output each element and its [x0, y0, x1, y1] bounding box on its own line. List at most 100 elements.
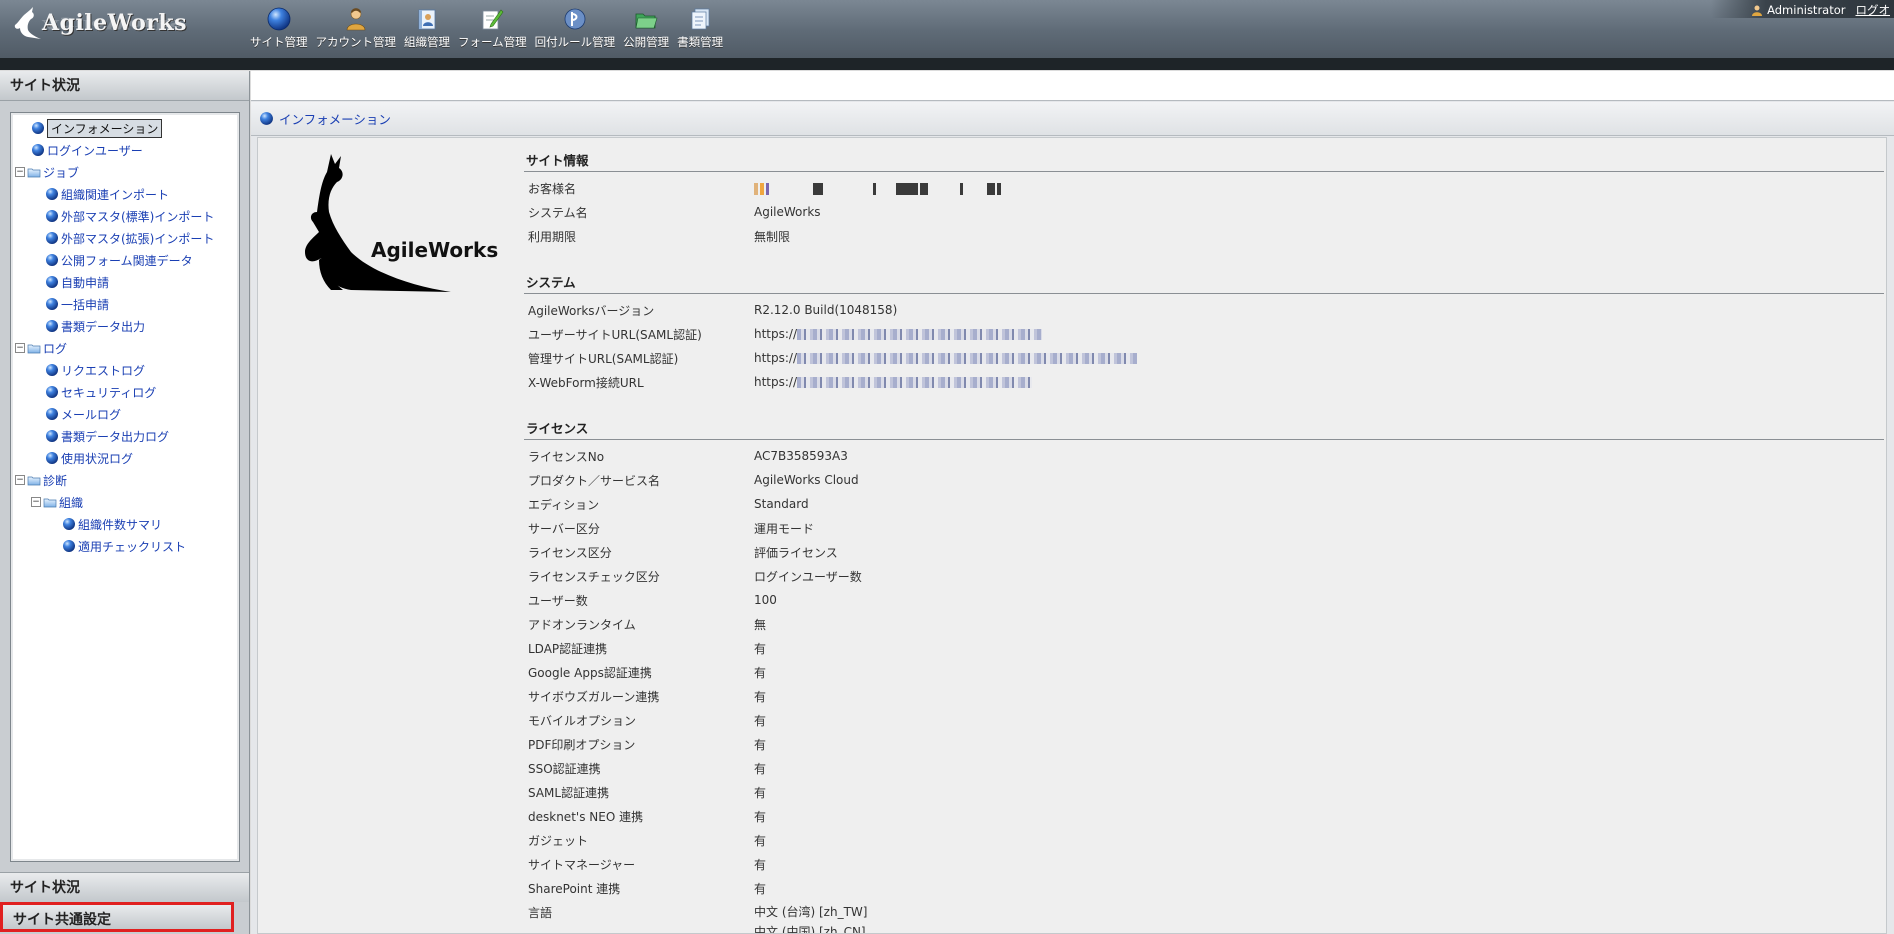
tree-item-organization[interactable]: 適用チェックリスト — [15, 535, 239, 557]
agileworks-logo: AgileWorks — [291, 152, 511, 302]
collapse-toggle-icon[interactable]: − — [15, 167, 25, 177]
customer-name-redacted — [754, 181, 1884, 195]
app-logo[interactable]: AgileWorks AgileWorks — [8, 6, 186, 50]
logout-link[interactable]: ログオ — [1856, 2, 1891, 18]
menu-route-rule-management[interactable]: 回付ルール管理 — [535, 6, 615, 56]
tree-label: 組織件数サマリ — [78, 517, 163, 532]
tree-item-log[interactable]: メールログ — [15, 403, 239, 425]
info-value: 運用モード — [754, 521, 815, 536]
menu-publish-management[interactable]: 公開管理 — [623, 6, 669, 56]
tree-item-information[interactable]: インフォメーション — [15, 117, 239, 139]
info-row: ライセンス区分 評価ライセンス — [524, 540, 1884, 564]
info-row: ユーザー数 100 — [524, 588, 1884, 612]
kangaroo-logo-icon — [14, 7, 41, 39]
tree-folder-diagnosis[interactable]: − 診断 — [15, 469, 239, 491]
tree-item-job[interactable]: 一括申請 — [15, 293, 239, 315]
tree-item-job[interactable]: 公開フォーム関連データ — [15, 249, 239, 271]
tree-item-login-user[interactable]: ログインユーザー — [15, 139, 239, 161]
documents-icon — [691, 8, 710, 30]
info-key: SharePoint 連携 — [528, 881, 621, 896]
globe-icon — [267, 7, 291, 31]
info-row: desknet's NEO 連携 有 — [524, 804, 1884, 828]
info-key: PDF印刷オプション — [528, 737, 636, 752]
globe-icon — [32, 144, 44, 156]
info-key: お客様名 — [528, 181, 577, 196]
tree-label: ジョブ — [43, 165, 80, 180]
collapse-toggle-icon[interactable]: − — [31, 497, 41, 507]
info-value: 有 — [754, 857, 767, 872]
org-book-icon — [418, 9, 436, 30]
info-key: モバイルオプション — [528, 713, 637, 728]
sidebar: サイト状況 インフォメーション ログインユーザー − ジョブ 組織関連インポート — [0, 71, 250, 934]
menu-label: 組織管理 — [404, 35, 450, 49]
info-row: SSO認証連携 有 — [524, 756, 1884, 780]
menu-label: 公開管理 — [623, 35, 670, 49]
tree-item-log[interactable]: リクエストログ — [15, 359, 239, 381]
tree-label: ログ — [43, 341, 68, 356]
tree-item-log[interactable]: セキュリティログ — [15, 381, 239, 403]
collapse-toggle-icon[interactable]: − — [15, 343, 25, 353]
tree-item-job[interactable]: 外部マスタ(拡張)インポート — [15, 227, 239, 249]
tree-item-job[interactable]: 自動申請 — [15, 271, 239, 293]
tree-label: インフォメーション — [47, 118, 163, 138]
info-value: AC7B358593A3 — [754, 449, 848, 463]
user-small-icon — [1752, 5, 1763, 16]
route-rule-icon — [564, 8, 586, 30]
tree-item-organization[interactable]: 組織件数サマリ — [15, 513, 239, 535]
info-key: サーバー区分 — [528, 521, 600, 536]
tree-label: 適用チェックリスト — [78, 539, 187, 554]
info-value: 有 — [754, 713, 767, 728]
globe-icon — [63, 518, 75, 530]
info-key: ユーザー数 — [528, 593, 588, 608]
sidebar-section-site-status[interactable]: サイト状況 — [0, 872, 249, 902]
tree-folder-log[interactable]: − ログ — [15, 337, 239, 359]
menu-form-management[interactable]: フォーム管理 — [458, 6, 527, 56]
tree-label: メールログ — [61, 407, 122, 422]
info-value: 中文 (中国) [zh_CN] — [754, 924, 866, 934]
info-value: 中文 (台湾) [zh_TW] — [754, 905, 868, 919]
info-key: 言語 — [528, 905, 553, 920]
section-heading: ライセンス — [524, 420, 1884, 440]
menu-account-management[interactable]: アカウント管理 — [316, 6, 396, 56]
tree-folder-organization[interactable]: − 組織 — [15, 491, 239, 513]
tree-item-log[interactable]: 使用状況ログ — [15, 447, 239, 469]
info-key: SAML認証連携 — [528, 785, 610, 800]
user-name: Administrator — [1767, 3, 1846, 17]
tree-item-job[interactable]: 外部マスタ(標準)インポート — [15, 205, 239, 227]
tree-label: 自動申請 — [61, 275, 110, 290]
info-key: サイトマネージャー — [528, 857, 636, 872]
info-row: ライセンスチェック区分 ログインユーザー数 — [524, 564, 1884, 588]
sidebar-header[interactable]: サイト状況 — [0, 71, 249, 101]
info-key: 管理サイトURL(SAML認証) — [528, 351, 679, 366]
tree-label: 公開フォーム関連データ — [61, 253, 193, 268]
menu-organization-management[interactable]: 組織管理 — [404, 6, 450, 56]
info-value: 有 — [754, 641, 767, 656]
info-row: LDAP認証連携 有 — [524, 636, 1884, 660]
tree-label: 外部マスタ(標準)インポート — [61, 209, 215, 224]
logo-reflection: AgileWorks — [42, 16, 182, 32]
tree-label: 組織関連インポート — [61, 187, 170, 202]
tree-item-job[interactable]: 組織関連インポート — [15, 183, 239, 205]
system-section: システム AgileWorksバージョン R2.12.0 Build(10481… — [524, 274, 1884, 394]
info-value: ログインユーザー数 — [754, 569, 862, 584]
collapse-toggle-icon[interactable]: − — [15, 475, 25, 485]
info-value: 無制限 — [754, 229, 791, 244]
redacted-value — [754, 182, 1003, 195]
info-row: SAML認証連携 有 — [524, 780, 1884, 804]
blurred-url — [797, 377, 1033, 388]
info-value: 評価ライセンス — [754, 545, 838, 560]
menu-documents-management[interactable]: 書類管理 — [677, 6, 723, 56]
info-key: X-WebForm接続URL — [528, 375, 644, 390]
menu-site-management[interactable]: サイト管理 — [250, 6, 308, 56]
info-row: モバイルオプション 有 — [524, 708, 1884, 732]
folder-icon — [27, 344, 41, 354]
tree-item-job[interactable]: 書類データ出力 — [15, 315, 239, 337]
sidebar-section-site-common-settings[interactable]: サイト共通設定 — [0, 902, 234, 932]
section-heading: サイト情報 — [524, 152, 1884, 172]
globe-icon — [46, 210, 58, 222]
url-value: https:// — [754, 327, 1884, 341]
globe-icon — [260, 112, 273, 125]
tree-folder-job[interactable]: − ジョブ — [15, 161, 239, 183]
info-value: 100 — [754, 593, 777, 607]
tree-item-log[interactable]: 書類データ出力ログ — [15, 425, 239, 447]
